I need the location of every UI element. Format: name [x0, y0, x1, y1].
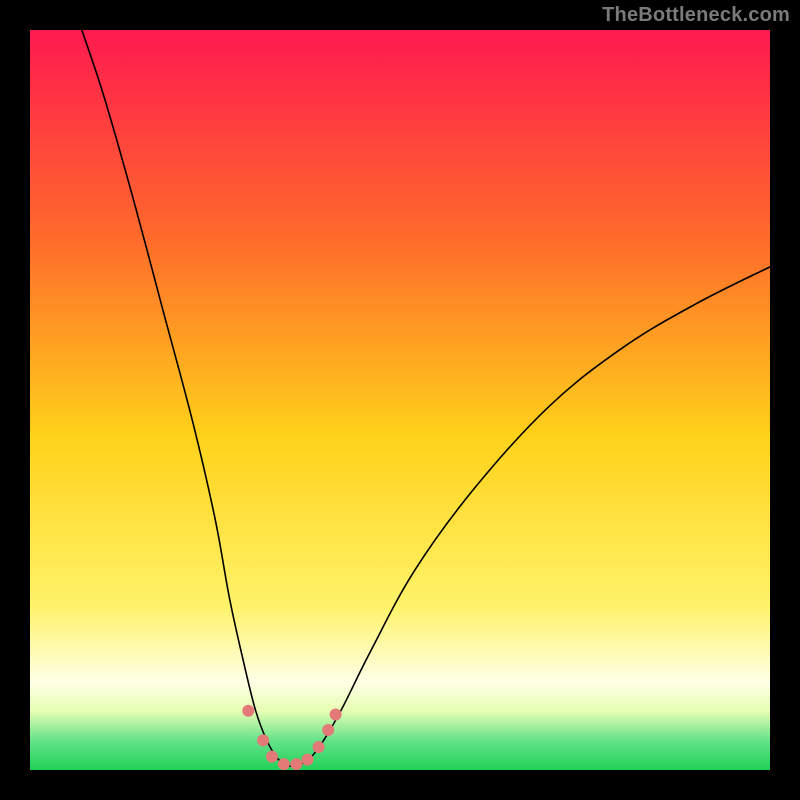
marker-point: [242, 705, 254, 717]
marker-point: [266, 751, 278, 763]
marker-point: [257, 734, 269, 746]
marker-point: [278, 758, 290, 770]
marker-point: [290, 758, 302, 770]
chart-svg: [30, 30, 770, 770]
marker-point: [302, 754, 314, 766]
marker-point: [322, 724, 334, 736]
gradient-background: [30, 30, 770, 770]
watermark-text: TheBottleneck.com: [602, 4, 790, 27]
figure-container: TheBottleneck.com: [0, 0, 800, 800]
marker-point: [313, 741, 325, 753]
marker-point: [330, 709, 342, 721]
plot-area: [30, 30, 770, 770]
